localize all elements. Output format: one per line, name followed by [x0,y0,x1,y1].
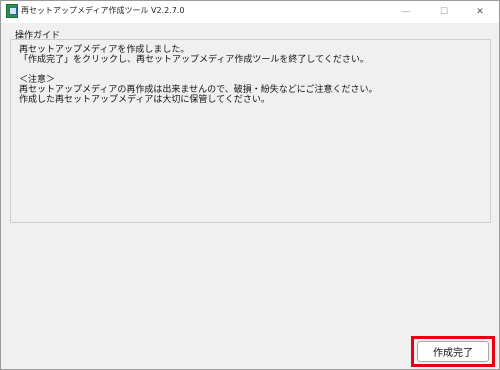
app-icon [6,4,18,18]
guide-text: 再セットアップメディアを作成しました。 「作成完了」をクリックし、再セットアップ… [19,45,479,105]
maximize-button[interactable]: ☐ [425,1,463,23]
minimize-button[interactable]: — [387,1,425,23]
guide-line: 「作成完了」をクリックし、再セットアップメディア作成ツールを終了してください。 [19,55,369,65]
window-title: 再セットアップメディア作成ツール V2.2.7.0 [21,6,185,15]
close-button[interactable]: ✕ [461,1,499,23]
guide-line: 再セットアップメディアの再作成は出来ませんので、破損・紛失などにご注意ください。 [19,85,378,95]
app-window: 再セットアップメディア作成ツール V2.2.7.0 — ☐ ✕ 操作ガイド 再セ… [0,0,500,370]
finish-button[interactable]: 作成完了 [417,341,489,362]
title-bar: 再セットアップメディア作成ツール V2.2.7.0 — ☐ ✕ [1,1,499,23]
guide-line: ＜注意＞ [19,75,56,85]
guide-line: 作成した再セットアップメディアは大切に保管してください。 [19,95,270,105]
guide-line: 再セットアップメディアを作成しました。 [19,45,190,55]
